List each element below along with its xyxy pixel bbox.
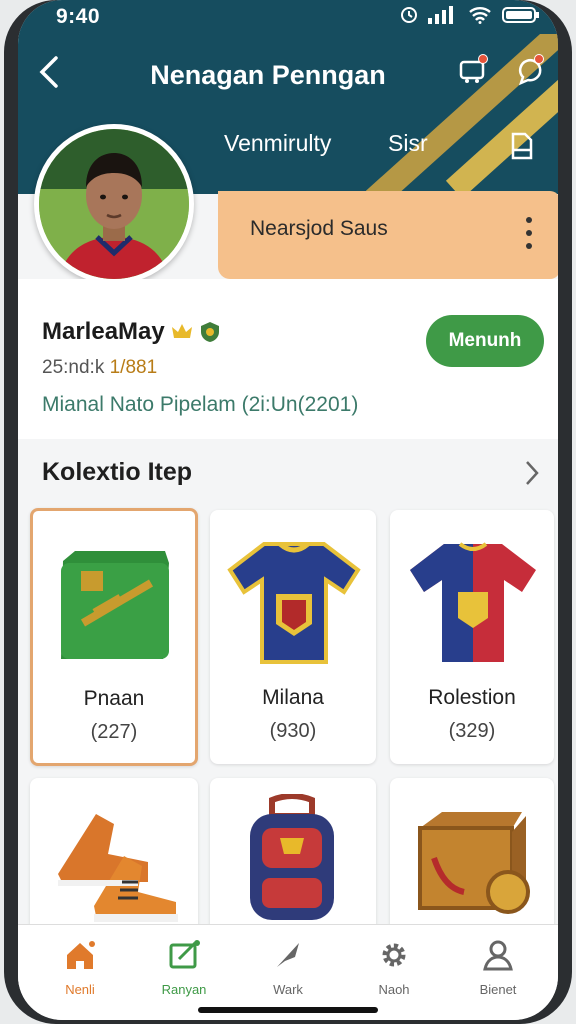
chat-button[interactable] — [518, 54, 546, 91]
tab-venmirulty[interactable]: Venmirulty — [224, 130, 331, 157]
person-icon — [483, 940, 513, 971]
tab-sisr[interactable]: Sisr — [388, 130, 428, 157]
cart-button[interactable] — [458, 54, 488, 91]
nav-wark[interactable]: Wark — [248, 939, 328, 997]
profile-name: MarleaMay — [42, 318, 221, 346]
profile-name-text: MarleaMay — [42, 318, 165, 345]
wifi-icon — [469, 7, 491, 24]
backpack-icon — [250, 794, 334, 920]
collection-card-count: (930) — [269, 720, 317, 742]
status-card[interactable]: Nearsjod Saus — [218, 191, 558, 279]
nav-label: Nenli — [65, 982, 95, 997]
avatar[interactable] — [34, 124, 194, 284]
more-options-icon[interactable] — [526, 217, 534, 249]
collection-card[interactable]: Milana (930) — [210, 510, 376, 764]
nav-label: Bienet — [479, 982, 517, 997]
collection-card-name: Rolestion — [428, 686, 516, 709]
sneakers-icon — [58, 814, 178, 922]
alarm-icon — [401, 7, 417, 23]
collection-card[interactable]: Rolestion (329) — [390, 510, 554, 764]
notification-dot — [478, 54, 488, 64]
blue-jersey-icon — [227, 542, 361, 664]
collection-card-count: (227) — [90, 721, 138, 743]
pen-icon — [277, 943, 299, 967]
page-title: Nenagan Penngan — [150, 60, 386, 90]
profile-stats-prefix: 25:nd:k — [42, 357, 105, 378]
phone-frame: 9:40 Nenagan Penngan Venmirulty Sisr Nea… — [4, 0, 572, 1024]
status-bar: 9:40 — [18, 0, 558, 34]
profile-stats: 25:nd:k 1/881 — [42, 357, 157, 379]
green-bag-icon — [61, 551, 169, 659]
screen: 9:40 Nenagan Penngan Venmirulty Sisr Nea… — [18, 0, 558, 1020]
home-icon — [67, 941, 95, 969]
nav-home[interactable]: Nenli — [40, 939, 120, 997]
status-card-label: Nearsjod Saus — [250, 217, 388, 240]
bottom-nav: Nenli Ranyan Wark Naoh Bienet — [18, 924, 558, 1020]
red-blue-jersey-icon — [410, 542, 536, 662]
collection-card-count: (329) — [448, 720, 496, 742]
back-icon[interactable] — [38, 56, 60, 88]
profile-meta: Mianal Nato Pipelam (2i:Un(2201) — [42, 393, 359, 416]
profile-stats-highlight: 1/881 — [109, 357, 158, 378]
notification-dot — [534, 54, 544, 64]
collection-card[interactable] — [390, 778, 554, 938]
nav-label: Wark — [273, 982, 303, 997]
collection-card[interactable]: Pnaan (227) — [30, 508, 198, 766]
nav-ranyan[interactable]: Ranyan — [144, 939, 224, 997]
nav-label: Naoh — [378, 982, 410, 997]
collection-card-name: Pnaan — [83, 687, 145, 710]
crown-icon — [171, 324, 192, 338]
nav-naoh[interactable]: Naoh — [354, 939, 434, 997]
gear-icon — [382, 943, 406, 967]
status-icons — [400, 6, 540, 24]
document-icon[interactable] — [510, 132, 534, 160]
chevron-right-icon[interactable] — [524, 460, 540, 486]
status-time: 9:40 — [56, 5, 101, 28]
signal-icon — [428, 6, 453, 24]
treasure-crate-icon — [418, 812, 530, 914]
avatar-image — [39, 129, 189, 279]
collection-title: Kolextio Itep — [42, 458, 193, 486]
home-indicator[interactable] — [198, 1007, 378, 1013]
collection-card-name: Milana — [262, 686, 324, 709]
nav-bienet[interactable]: Bienet — [458, 939, 538, 997]
nav-label: Ranyan — [161, 982, 207, 997]
collection-card[interactable] — [210, 778, 376, 938]
follow-button[interactable]: Menunh — [426, 315, 544, 367]
battery-icon — [502, 7, 539, 23]
edit-icon — [169, 940, 200, 969]
collection-card[interactable] — [30, 778, 198, 938]
profile-section: MarleaMay 25:nd:k 1/881 Mianal Nato Pipe… — [18, 279, 558, 439]
shield-badge-icon — [200, 322, 219, 342]
